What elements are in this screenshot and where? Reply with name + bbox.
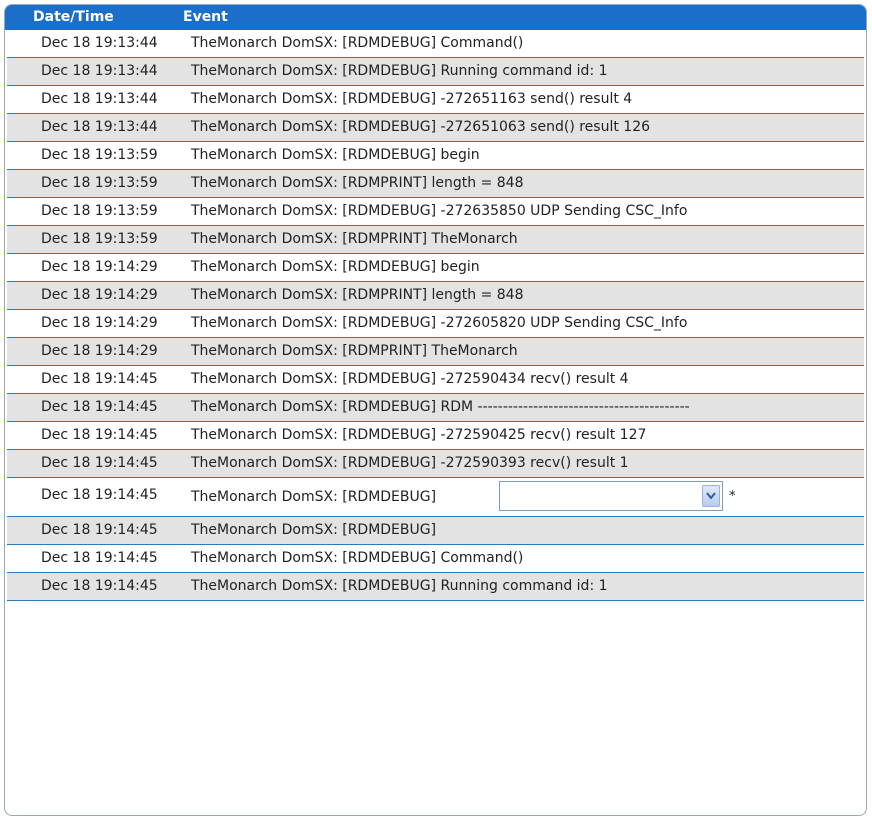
event-select-dropdown[interactable] [499, 481, 723, 511]
row-event: TheMonarch DomSX: [RDMDEBUG] RDM -------… [191, 399, 690, 415]
row-event: TheMonarch DomSX: [RDMDEBUG] -272635850 … [191, 203, 688, 219]
row-date-time: Dec 18 19:14:29 [41, 343, 158, 359]
row-event: TheMonarch DomSX: [RDMPRINT] length = 84… [191, 175, 524, 191]
column-header-date-time[interactable]: Date/Time [33, 9, 114, 25]
row-event: TheMonarch DomSX: [RDMPRINT] length = 84… [191, 287, 524, 303]
table-row: Dec 18 19:14:45 TheMonarch DomSX: [RDMDEB… [7, 394, 864, 422]
table-row: Dec 18 19:14:45 TheMonarch DomSX: [RDMDEB… [7, 366, 864, 394]
row-event: TheMonarch DomSX: [RDMDEBUG] Command() [191, 35, 524, 51]
event-log-panel: Date/Time Event Dec 18 19:13:44 TheMonarc… [4, 4, 867, 816]
row-date-time: Dec 18 19:14:45 [41, 399, 158, 415]
table-row: Dec 18 19:14:29 TheMonarch DomSX: [RDMDEB… [7, 254, 864, 282]
row-date-time: Dec 18 19:13:44 [41, 63, 158, 79]
row-date-time: Dec 18 19:13:44 [41, 35, 158, 51]
table-row: Dec 18 19:14:45 TheMonarch DomSX: [RDMDEB… [7, 517, 864, 545]
row-date-time: Dec 18 19:13:59 [41, 147, 158, 163]
row-date-time: Dec 18 19:14:45 [41, 550, 158, 566]
row-event: TheMonarch DomSX: [RDMDEBUG] [191, 489, 437, 505]
row-date-time: Dec 18 19:13:59 [41, 175, 158, 191]
row-event: TheMonarch DomSX: [RDMDEBUG] -272590425 … [191, 427, 647, 443]
row-date-time: Dec 18 19:14:45 [41, 371, 158, 387]
table-row: Dec 18 19:13:59 TheMonarch DomSX: [RDMDEB… [7, 142, 864, 170]
row-event: TheMonarch DomSX: [RDMDEBUG] Command() [191, 550, 524, 566]
table-row: Dec 18 19:14:45 TheMonarch DomSX: [RDMDEB… [7, 450, 864, 478]
table-row: Dec 18 19:13:44 TheMonarch DomSX: [RDMDEB… [7, 114, 864, 142]
table-row: Dec 18 19:13:44 TheMonarch DomSX: [RDMDEB… [7, 86, 864, 114]
table-row: Dec 18 19:14:45 TheMonarch DomSX: [RDMDEB… [7, 573, 864, 601]
row-event: TheMonarch DomSX: [RDMDEBUG] Running com… [191, 63, 608, 79]
required-marker: * [729, 488, 736, 504]
event-select-container: * [499, 481, 736, 511]
row-event: TheMonarch DomSX: [RDMDEBUG] begin [191, 259, 480, 275]
row-date-time: Dec 18 19:14:29 [41, 315, 158, 331]
table-row: Dec 18 19:14:45 TheMonarch DomSX: [RDMDEB… [7, 545, 864, 573]
table-row: Dec 18 19:13:44 TheMonarch DomSX: [RDMDEB… [7, 30, 864, 58]
row-event: TheMonarch DomSX: [RDMPRINT] TheMonarch [191, 343, 518, 359]
row-date-time: Dec 18 19:14:29 [41, 287, 158, 303]
row-event: TheMonarch DomSX: [RDMDEBUG] -272651063 … [191, 119, 651, 135]
row-date-time: Dec 18 19:14:45 [41, 487, 158, 503]
row-event: TheMonarch DomSX: [RDMDEBUG] -272590434 … [191, 371, 629, 387]
dropdown-button[interactable] [702, 485, 720, 507]
table-row: Dec 18 19:13:44 TheMonarch DomSX: [RDMDEB… [7, 58, 864, 86]
row-event: TheMonarch DomSX: [RDMDEBUG] begin [191, 147, 480, 163]
table-row: Dec 18 19:14:29 TheMonarch DomSX: [RDMDEB… [7, 310, 864, 338]
row-event: TheMonarch DomSX: [RDMDEBUG] -272590393 … [191, 455, 629, 471]
table-row: Dec 18 19:14:29 TheMonarch DomSX: [RDMPRI… [7, 282, 864, 310]
table-row: Dec 18 19:13:59 TheMonarch DomSX: [RDMDEB… [7, 198, 864, 226]
row-event: TheMonarch DomSX: [RDMDEBUG] -272605820 … [191, 315, 688, 331]
table-header: Date/Time Event [5, 5, 866, 30]
row-date-time: Dec 18 19:13:44 [41, 91, 158, 107]
row-event: TheMonarch DomSX: [RDMDEBUG] -272651163 … [191, 91, 633, 107]
row-date-time: Dec 18 19:13:59 [41, 203, 158, 219]
log-table-body: Dec 18 19:13:44 TheMonarch DomSX: [RDMDEB… [5, 30, 866, 601]
table-row: Dec 18 19:14:45 TheMonarch DomSX: [RDMDEB… [7, 422, 864, 450]
chevron-down-icon [706, 492, 716, 500]
column-header-event[interactable]: Event [183, 9, 228, 25]
row-date-time: Dec 18 19:14:45 [41, 578, 158, 594]
row-date-time: Dec 18 19:13:59 [41, 231, 158, 247]
row-date-time: Dec 18 19:14:45 [41, 427, 158, 443]
row-event: TheMonarch DomSX: [RDMPRINT] TheMonarch [191, 231, 518, 247]
row-date-time: Dec 18 19:14:29 [41, 259, 158, 275]
row-date-time: Dec 18 19:13:44 [41, 119, 158, 135]
table-row: Dec 18 19:13:59 TheMonarch DomSX: [RDMPRI… [7, 170, 864, 198]
table-row: Dec 18 19:14:29 TheMonarch DomSX: [RDMPRI… [7, 338, 864, 366]
row-date-time: Dec 18 19:14:45 [41, 455, 158, 471]
table-row: Dec 18 19:13:59 TheMonarch DomSX: [RDMPRI… [7, 226, 864, 254]
row-event: TheMonarch DomSX: [RDMDEBUG] [191, 522, 437, 538]
row-event: TheMonarch DomSX: [RDMDEBUG] Running com… [191, 578, 608, 594]
row-date-time: Dec 18 19:14:45 [41, 522, 158, 538]
table-row: Dec 18 19:14:45 TheMonarch DomSX: [RDMDE… [7, 478, 864, 517]
